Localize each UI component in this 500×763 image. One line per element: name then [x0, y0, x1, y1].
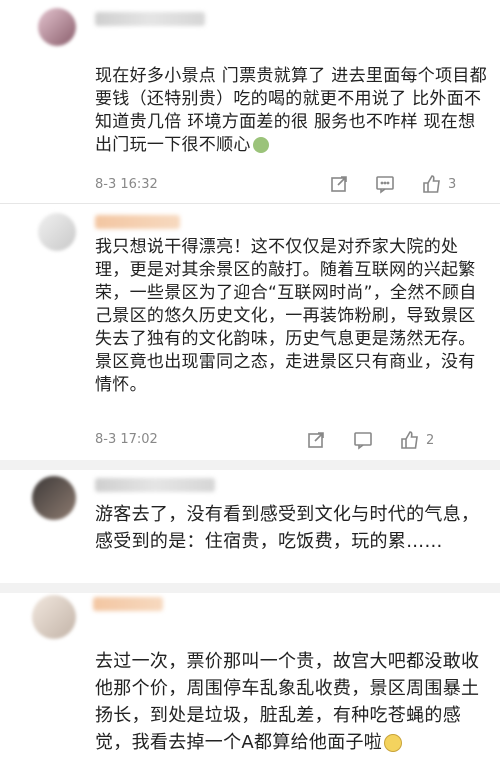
- like-button[interactable]: 2: [400, 430, 434, 450]
- timestamp: 8-3 16:32: [95, 177, 158, 192]
- like-count: 3: [448, 176, 457, 192]
- username[interactable]: [93, 597, 163, 611]
- comment-text: 我只想说干得漂亮！这不仅仅是对乔家大院的处理，更是对其余景区的敲打。随着互联网的…: [95, 237, 477, 395]
- comment-item: 现在好多小景点 门票贵就算了 进去里面每个项目都要钱（还特别贵）吃的喝的就更不用…: [0, 0, 500, 205]
- reply-button[interactable]: [375, 174, 395, 198]
- glasses-emoji-icon: [384, 734, 403, 752]
- comment-item: 我只想说干得漂亮！这不仅仅是对乔家大院的处理，更是对其余景区的敲打。随着互联网的…: [0, 205, 500, 463]
- comment-text: 去过一次，票价那叫一个贵，故宫大吧都没敢收他那个价，周围停车乱象乱收费，景区周围…: [95, 651, 480, 753]
- divider: [0, 203, 500, 204]
- comment-item: 游客去了，没有看到感受到文化与时代的气息，感受到的是：住宿贵，吃饭费，玩的累……: [0, 470, 500, 590]
- comment-icon: [354, 432, 372, 450]
- thumbs-up-icon: [423, 175, 440, 193]
- nausea-emoji-icon: [252, 137, 269, 153]
- share-icon: [331, 176, 347, 192]
- share-button[interactable]: [306, 430, 326, 454]
- comment-text: 游客去了，没有看到感受到文化与时代的气息，感受到的是：住宿贵，吃饭费，玩的累……: [95, 504, 480, 552]
- like-button[interactable]: 3: [422, 174, 456, 194]
- username[interactable]: [95, 478, 215, 492]
- thumbs-up-icon: [401, 431, 418, 449]
- comment-item: 去过一次，票价那叫一个贵，故宫大吧都没敢收他那个价，周围停车乱象乱收费，景区周围…: [0, 593, 500, 763]
- timestamp: 8-3 17:02: [95, 432, 158, 447]
- share-icon: [308, 432, 324, 448]
- section-divider: [0, 460, 500, 470]
- username[interactable]: [95, 215, 180, 229]
- like-count: 2: [426, 432, 435, 448]
- share-button[interactable]: [329, 174, 349, 198]
- avatar[interactable]: [38, 213, 76, 251]
- comment-text: 现在好多小景点 门票贵就算了 进去里面每个项目都要钱（还特别贵）吃的喝的就更不用…: [95, 66, 488, 155]
- avatar[interactable]: [32, 476, 76, 520]
- section-divider: [0, 583, 500, 593]
- avatar[interactable]: [38, 8, 76, 46]
- username[interactable]: [95, 12, 205, 26]
- reply-button[interactable]: [353, 430, 373, 454]
- comment-icon: [376, 176, 394, 194]
- avatar[interactable]: [32, 595, 76, 639]
